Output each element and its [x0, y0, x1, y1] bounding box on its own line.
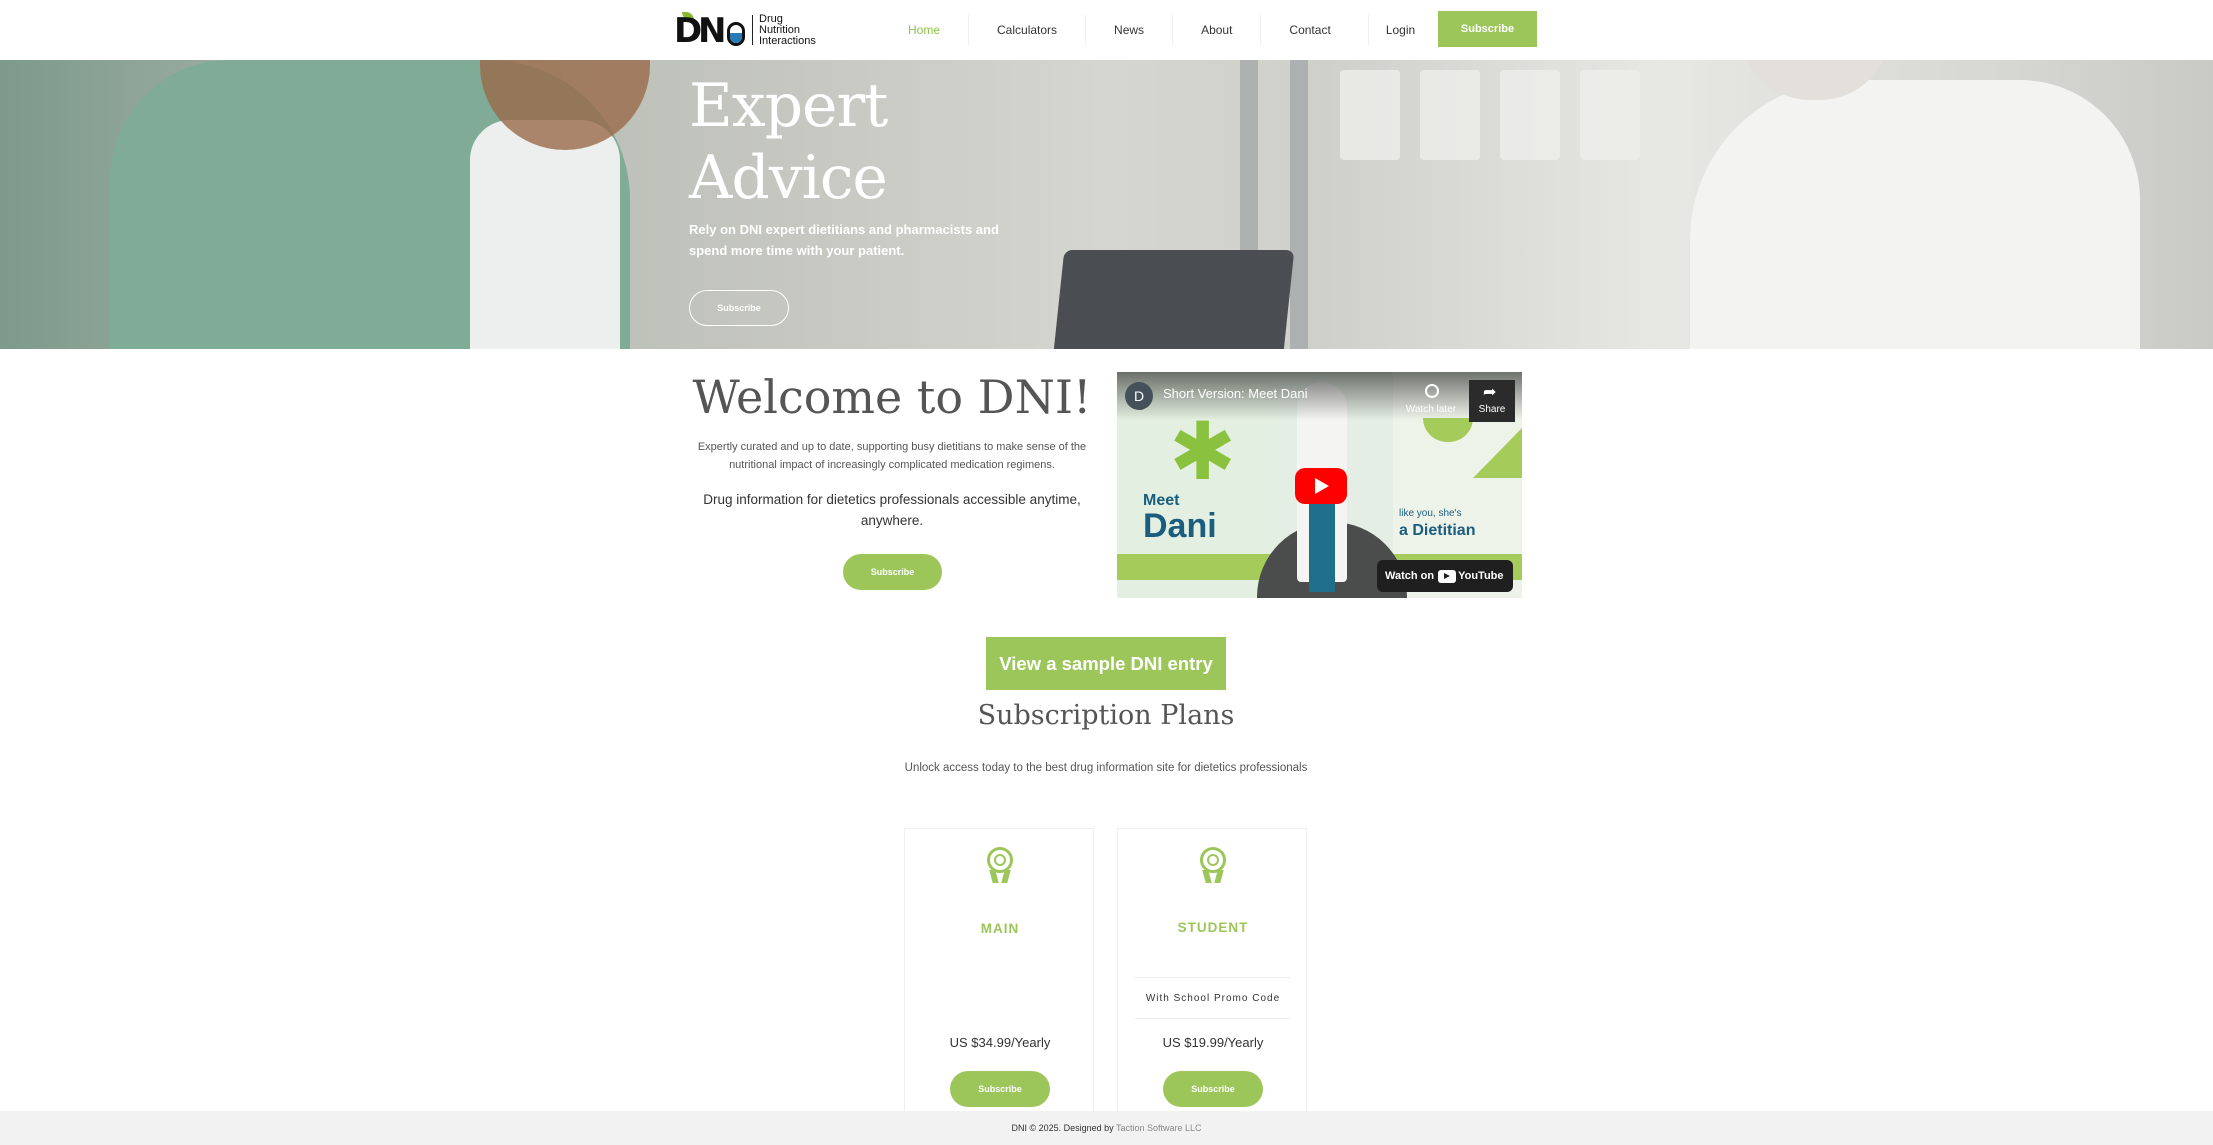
plan-promo-note: With School Promo Code [1135, 977, 1291, 1019]
view-sample-entry-button[interactable]: View a sample DNI entry [986, 637, 1226, 690]
welcome-title: Welcome to DNI! [692, 370, 1092, 424]
nav-menu: Home Calculators News About Contact [880, 0, 1359, 60]
hero-bg-window [1290, 60, 1308, 349]
video-figure-legs [1309, 502, 1335, 592]
logo-letter-n: N [698, 11, 727, 51]
footer: DNI © 2025. Designed by Taction Software… [0, 1111, 2213, 1145]
welcome-tagline: Drug information for dietetics professio… [703, 492, 1081, 528]
share-arrow-icon: ➦ [1483, 384, 1497, 401]
youtube-label: YouTube [1458, 570, 1504, 582]
video-dani-text: Dani [1143, 507, 1217, 545]
share-label: Share [1478, 404, 1506, 415]
top-navbar: D N Drug Nutrition Interactions Home Cal… [0, 0, 2213, 60]
youtube-play-icon [1438, 569, 1457, 583]
clock-icon [1425, 384, 1439, 398]
hero-subtitle: Rely on DNI expert dietitians and pharma… [689, 222, 999, 258]
plan-price: US $34.99/Yearly [949, 1035, 1051, 1050]
logo-text: Drug Nutrition Interactions [759, 12, 816, 47]
nav-item-contact[interactable]: Contact [1261, 15, 1358, 45]
hero-title-line: Advice [689, 143, 888, 213]
video-like-you-text: like you, she's [1399, 508, 1462, 519]
award-ribbon-icon [1198, 847, 1228, 883]
nav-item-home[interactable]: Home [880, 15, 970, 45]
dni-logo[interactable]: D N Drug Nutrition Interactions [674, 12, 826, 48]
youtube-video-embed[interactable]: ✱ Meet Dani like you, she's a Dietitian … [1117, 372, 1522, 598]
hero-title: Expert Advice [689, 70, 888, 214]
footer-designer-link[interactable]: Taction Software LLC [1116, 1123, 1202, 1133]
plan-card-main: MAIN US $34.99/Yearly Subscribe [904, 828, 1094, 1145]
welcome-description: Expertly curated and up to date, support… [697, 441, 1087, 471]
award-ribbon-icon [985, 847, 1015, 883]
capsule-icon [727, 22, 745, 46]
watch-later-label: Watch later [1405, 404, 1457, 415]
nav-item-news[interactable]: News [1086, 15, 1174, 45]
hero-bg-shelf [1500, 70, 1560, 160]
watch-on-youtube-button[interactable]: Watch on YouTube [1377, 560, 1513, 592]
logo-divider [752, 15, 753, 45]
video-title[interactable]: Short Version: Meet Dani [1163, 386, 1308, 401]
play-button-icon[interactable] [1295, 468, 1347, 504]
hero-bg-shelf [1420, 70, 1480, 160]
login-link[interactable]: Login [1368, 15, 1432, 45]
hero-title-line: Expert [689, 71, 888, 141]
plan-card-student: STUDENT With School Promo Code US $19.99… [1117, 828, 1307, 1145]
plan-price: US $19.99/Yearly [1162, 1035, 1264, 1050]
hero-banner [0, 60, 2213, 349]
watch-on-label: Watch on [1385, 570, 1435, 582]
plan-name: STUDENT [1177, 920, 1249, 935]
logo-text-line: Drug [759, 12, 783, 25]
share-button[interactable]: ➦ Share [1469, 380, 1515, 422]
video-dietitian-text: a Dietitian [1399, 522, 1476, 539]
nav-item-calculators[interactable]: Calculators [969, 15, 1087, 45]
asterisk-icon: ✱ [1169, 405, 1237, 498]
logo-text-line: Nutrition [759, 23, 800, 36]
hero-subscribe-button[interactable]: Subscribe [689, 290, 789, 326]
plan-subscribe-button[interactable]: Subscribe [950, 1071, 1050, 1107]
nav-item-about[interactable]: About [1173, 15, 1262, 45]
watch-later-button[interactable]: Watch later [1403, 380, 1459, 422]
plan-subscribe-button[interactable]: Subscribe [1163, 1071, 1263, 1107]
subscription-plans-subtitle: Unlock access today to the best drug inf… [904, 762, 1308, 774]
hero-doctor-coat [1690, 80, 2140, 349]
channel-avatar[interactable]: D [1125, 382, 1153, 410]
nav-subscribe-button[interactable]: Subscribe [1438, 11, 1537, 47]
hero-laptop [1051, 250, 1295, 349]
hero-bg-shelf [1340, 70, 1400, 160]
logo-mark-icon: D N [674, 12, 750, 48]
plan-name: MAIN [980, 921, 1020, 936]
hero-bg-shelf [1580, 70, 1640, 160]
subscription-plans-title: Subscription Plans [977, 700, 1235, 731]
welcome-subscribe-button[interactable]: Subscribe [843, 554, 942, 590]
logo-text-line: Interactions [759, 34, 816, 47]
footer-copyright: DNI © 2025. Designed by [1011, 1123, 1114, 1133]
hero-person-tshirt [470, 120, 620, 349]
